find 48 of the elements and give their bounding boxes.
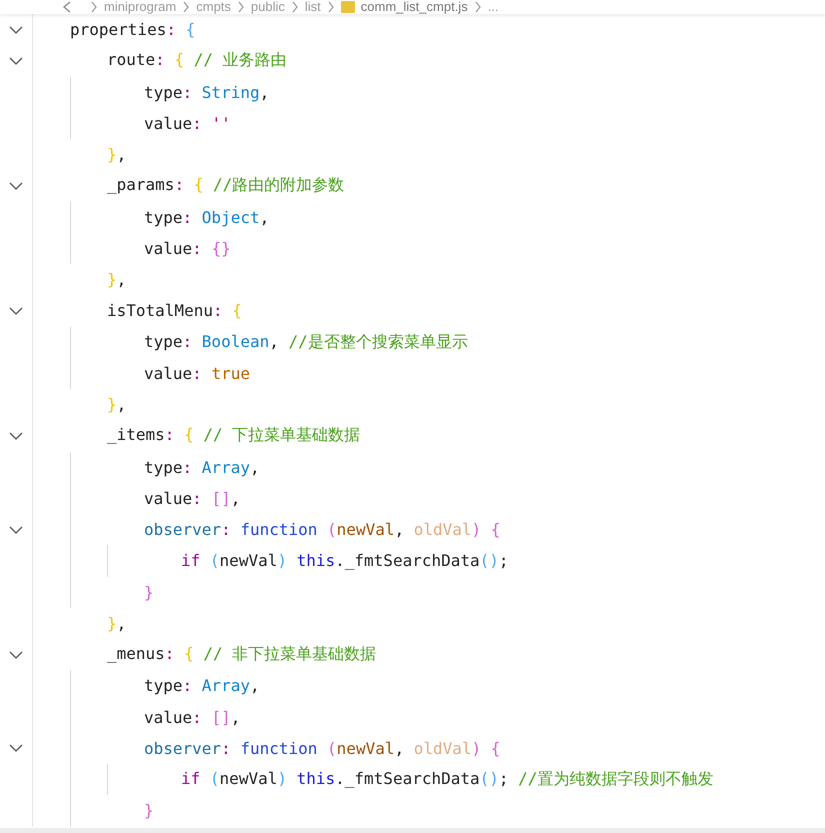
code-line: }, [107, 614, 126, 633]
code-line: _menus: { // 非下拉菜单基础数据 [107, 644, 376, 666]
chevron-down-icon[interactable] [9, 306, 23, 315]
chevron-down-icon[interactable] [9, 650, 23, 659]
breadcrumb-item[interactable]: list [304, 0, 321, 14]
code-line: _params: { //路由的附加参数 [107, 175, 344, 196]
chevron-down-icon[interactable] [9, 26, 23, 34]
chevron-down-icon[interactable] [9, 182, 23, 190]
code-line: if (newVal) this._fmtSearchData(); //置为纯数据字段则不触发 [181, 769, 714, 790]
chevron-right-icon [326, 1, 335, 13]
breadcrumb-item[interactable]: comm_list_cmpt.js [360, 0, 468, 14]
code-line: type: Array, [144, 458, 260, 477]
breadcrumb-item[interactable]: cmpts [196, 0, 231, 14]
back-icon [62, 1, 72, 13]
code-line: route: { // 业务路由 [107, 50, 287, 72]
code-line: } [144, 801, 154, 820]
code-line: if (newVal) this._fmtSearchData(); [181, 551, 509, 570]
code-line: value: {} [144, 238, 231, 258]
chevron-right-icon [182, 1, 190, 13]
code-line: type: Array, [144, 676, 260, 696]
chevron-down-icon[interactable] [9, 526, 23, 534]
chevron-right-icon [236, 1, 245, 13]
code-line: isTotalMenu: { [107, 301, 242, 320]
breadcrumb-item[interactable]: miniprogram [104, 0, 176, 14]
code-line: value: '' [144, 114, 231, 133]
code-line: value: [], [144, 708, 240, 727]
more-crumb[interactable]: ... [488, 0, 499, 14]
chevron-down-icon[interactable] [9, 744, 23, 752]
code-line: value: true [144, 364, 250, 383]
chevron-right-icon [474, 1, 482, 13]
code-line: _items: { // 下拉菜单基础数据 [107, 425, 360, 446]
code-line: } [144, 582, 154, 602]
code-line: observer: function (newVal, oldVal) { [144, 738, 500, 758]
js-file-icon [340, 1, 355, 13]
chevron-right-icon [290, 1, 299, 13]
breadcrumb-item[interactable]: public [250, 0, 285, 14]
code-line: }, [107, 270, 126, 290]
code-line: value: [], [144, 488, 240, 508]
chevron-right-icon [90, 1, 98, 13]
code-line: }, [107, 145, 126, 164]
code-line: type: String, [144, 82, 270, 102]
code-line: type: Boolean, //是否整个搜索菜单显示 [144, 332, 468, 353]
code-line: type: Object, [144, 208, 270, 227]
code-line: }, [107, 395, 126, 414]
chevron-down-icon[interactable] [9, 56, 23, 65]
chevron-down-icon[interactable] [9, 432, 23, 440]
code-line: properties: { [70, 20, 196, 40]
code-line: observer: function (newVal, oldVal) { [144, 520, 500, 540]
